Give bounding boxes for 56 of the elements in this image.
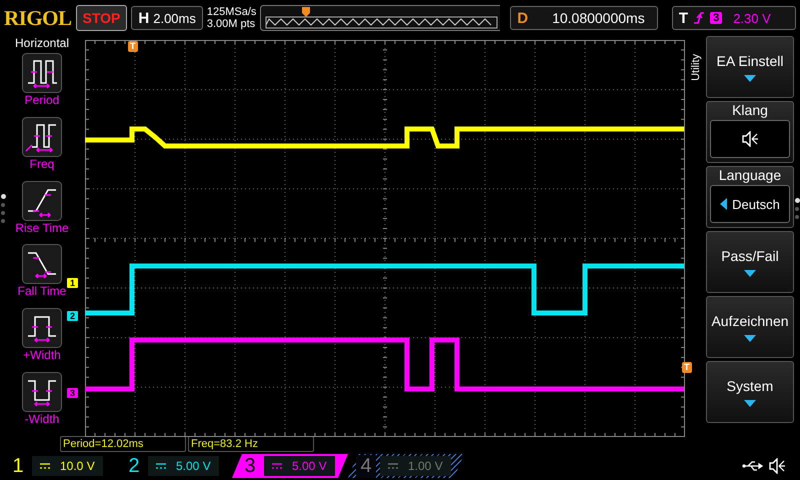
menu-button[interactable]: EA Einstell: [706, 36, 794, 98]
caret-icon: [720, 198, 728, 210]
measure-button[interactable]: -Width: [22, 372, 62, 436]
delay-display[interactable]: D 10.0800000ms: [510, 6, 658, 30]
measure-button[interactable]: Period: [22, 53, 62, 117]
menu-title: Horizontal: [14, 36, 70, 50]
channel-tab[interactable]: 4 1.00 V: [348, 454, 464, 478]
pulse-icon: [22, 308, 62, 348]
brand-logo: RIGOL: [4, 6, 72, 30]
pulse-icon: [22, 53, 62, 93]
menu-label: Language: [718, 167, 782, 183]
speaker-icon: [768, 458, 786, 474]
pulse-icon: [22, 372, 62, 412]
channel-marker[interactable]: 3: [67, 388, 78, 398]
rising-edge-icon: [693, 10, 706, 26]
usb-icon: [742, 460, 764, 472]
caret-icon: [744, 334, 756, 342]
speaker-muted-icon: [741, 131, 759, 147]
run-stop-button[interactable]: STOP: [76, 5, 128, 31]
trigger-source: 3: [710, 12, 722, 24]
measure-button[interactable]: +Width: [22, 308, 62, 372]
menu-button[interactable]: System: [706, 361, 794, 423]
caret-icon: [744, 270, 756, 276]
memory-depth: 3.00M pts: [206, 18, 256, 30]
trigger-display[interactable]: T 3 2.30 V: [672, 6, 796, 30]
timebase-display[interactable]: H 2.00ms: [131, 6, 203, 30]
dc-coupling-icon: [40, 463, 50, 469]
menu-button[interactable]: Pass/Fail: [706, 231, 794, 293]
measure-button[interactable]: Freq: [22, 116, 62, 181]
menu-button[interactable]: Aufzeichnen: [706, 296, 794, 358]
timebase-label: H: [138, 10, 150, 26]
delay-label: D: [517, 10, 528, 26]
measurement-readout: Period=12.02ms: [60, 436, 186, 452]
caret-icon: [744, 400, 756, 406]
measurement-readout: Freq=83.2 Hz: [188, 436, 314, 452]
language-selector[interactable]: Deutsch: [710, 185, 790, 223]
channel-marker[interactable]: 1: [67, 278, 78, 288]
rising-edge-icon: [22, 180, 62, 221]
timebase-value: 2.00ms: [153, 10, 196, 26]
dc-coupling-icon: [156, 463, 166, 469]
caret-icon: [744, 74, 756, 82]
trigger-level: 2.30 V: [733, 10, 771, 26]
menu-label: Klang: [732, 102, 768, 118]
measure-button[interactable]: Rise Time: [15, 180, 69, 244]
menu-title: Utility: [691, 54, 703, 81]
falling-edge-icon: [22, 244, 62, 284]
measure-button[interactable]: Fall Time: [18, 244, 66, 308]
sample-rate: 125MSa/s: [206, 6, 256, 18]
delay-value: 10.0800000ms: [552, 10, 645, 26]
pulse-icon: [22, 116, 62, 157]
trigger-label: T: [678, 10, 688, 26]
sound-toggle[interactable]: [710, 120, 790, 158]
dc-coupling-icon: [388, 463, 398, 469]
channel-tab[interactable]: 3 5.00 V: [232, 454, 348, 478]
channel-marker[interactable]: 2: [67, 311, 78, 321]
dc-coupling-icon: [272, 463, 282, 469]
